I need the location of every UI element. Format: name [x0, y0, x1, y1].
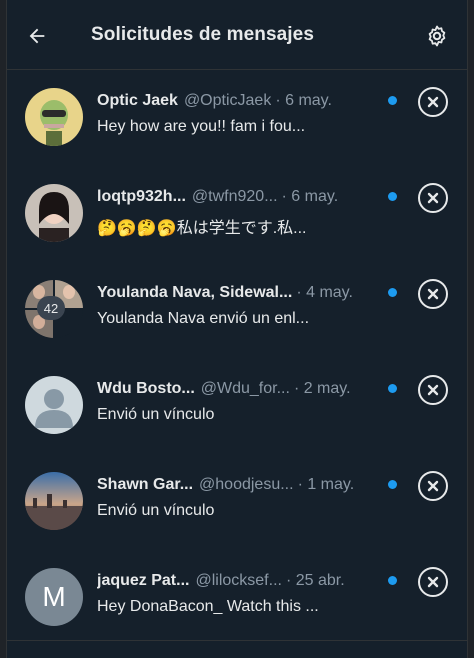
message-requests-panel: Solicitudes de mensajes Optic Jaek @Opti…: [6, 0, 468, 658]
sender-handle: @lilocksef...: [195, 572, 282, 589]
row-header: Optic Jaek @OpticJaek · 6 may.: [97, 90, 397, 112]
timestamp: · 1 may.: [297, 476, 355, 493]
message-preview: Youlanda Nava envió un enl...: [97, 310, 310, 327]
gear-icon: [428, 25, 446, 47]
row-header: Youlanda Nava, Sidewal... · 4 may.: [97, 282, 397, 304]
list-item[interactable]: M jaquez Pat... @lilocksef... · 25 abr. …: [7, 550, 467, 646]
request-list: Optic Jaek @OpticJaek · 6 may. Hey how a…: [7, 70, 467, 646]
timestamp: · 4 may.: [296, 284, 353, 301]
list-item[interactable]: loqtp932h... @twfn920... · 6 may. 🤔🥱🤔🥱私は…: [7, 166, 467, 262]
message-preview: Hey DonaBacon_ Watch this ...: [97, 598, 319, 615]
row-header: Shawn Gar... @hoodjesu... · 1 may.: [97, 474, 397, 496]
message-preview: Envió un vínculo: [97, 502, 215, 519]
dismiss-button[interactable]: [418, 567, 448, 597]
unread-indicator: [388, 576, 397, 585]
timestamp: · 6 may.: [281, 188, 339, 205]
timestamp: · 25 abr.: [285, 572, 345, 589]
avatar: [25, 88, 83, 146]
avatar: [25, 472, 83, 530]
list-item[interactable]: Wdu Bosto... @Wdu_for... · 2 may. Envió …: [7, 358, 467, 454]
sender-name: jaquez Pat...: [97, 572, 190, 589]
row-header: loqtp932h... @twfn920... · 6 may.: [97, 186, 397, 208]
close-icon: [427, 576, 439, 588]
dismiss-button[interactable]: [418, 279, 448, 309]
letter-avatar: M: [25, 568, 83, 626]
sender-name: Shawn Gar...: [97, 476, 194, 493]
sender-name: Wdu Bosto...: [97, 380, 195, 397]
unread-indicator: [388, 384, 397, 393]
list-item[interactable]: 42 Youlanda Nava, Sidewal... · 4 may. Yo…: [7, 262, 467, 358]
timestamp: · 2 may.: [293, 380, 351, 397]
sender-name: Optic Jaek: [97, 92, 178, 109]
unread-indicator: [388, 480, 397, 489]
row-header: jaquez Pat... @lilocksef... · 25 abr.: [97, 570, 397, 592]
header: Solicitudes de mensajes: [7, 0, 467, 70]
sender-name: Youlanda Nava, Sidewal...: [97, 284, 293, 301]
dismiss-button[interactable]: [418, 87, 448, 117]
close-icon: [427, 96, 439, 108]
avatar: [25, 184, 83, 242]
dismiss-button[interactable]: [418, 375, 448, 405]
bottom-divider: [7, 640, 467, 658]
arrow-left-icon: [29, 28, 45, 44]
close-icon: [427, 192, 439, 204]
message-preview: 🤔🥱🤔🥱私は学生です.私...: [97, 220, 307, 237]
list-item[interactable]: Shawn Gar... @hoodjesu... · 1 may. Envió…: [7, 454, 467, 550]
page-title: Solicitudes de mensajes: [91, 24, 314, 45]
close-icon: [427, 288, 439, 300]
unread-indicator: [388, 192, 397, 201]
message-preview: Hey how are you!! fam i fou...: [97, 118, 306, 135]
row-header: Wdu Bosto... @Wdu_for... · 2 may.: [97, 378, 397, 400]
default-avatar: [25, 376, 83, 434]
unread-indicator: [388, 288, 397, 297]
settings-button[interactable]: [423, 22, 451, 50]
sender-name: loqtp932h...: [97, 188, 186, 205]
member-count-badge: 42: [37, 296, 65, 320]
back-button[interactable]: [23, 22, 51, 50]
avatar-letter: M: [42, 581, 66, 612]
close-icon: [427, 384, 439, 396]
sender-handle: @twfn920...: [191, 188, 278, 205]
dismiss-button[interactable]: [418, 471, 448, 501]
list-item[interactable]: Optic Jaek @OpticJaek · 6 may. Hey how a…: [7, 70, 467, 166]
sender-handle: @OpticJaek: [183, 92, 272, 109]
sender-handle: @hoodjesu...: [199, 476, 294, 493]
message-preview: Envió un vínculo: [97, 406, 215, 423]
close-icon: [427, 480, 439, 492]
timestamp: · 6 may.: [275, 92, 332, 109]
sender-handle: @Wdu_for...: [200, 380, 290, 397]
dismiss-button[interactable]: [418, 183, 448, 213]
unread-indicator: [388, 96, 397, 105]
